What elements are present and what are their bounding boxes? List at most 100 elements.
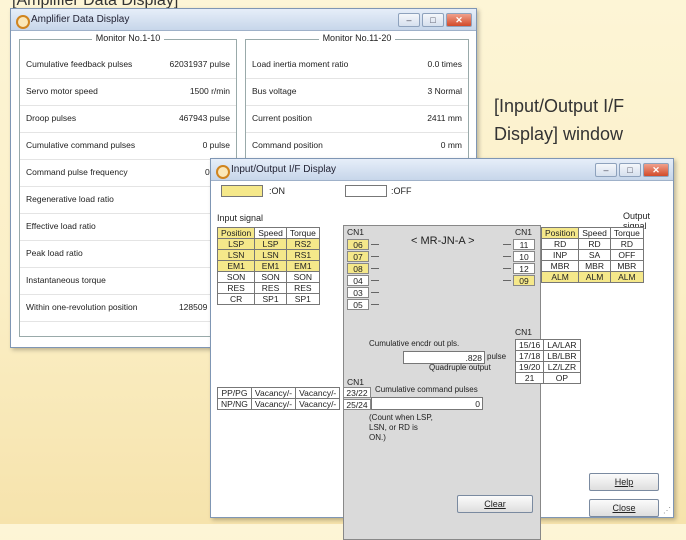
monitor-row: Within one-revolution position 128509 pul… (20, 297, 236, 322)
input-header-torque: Torque (285, 227, 320, 239)
monitor-row-value: 62031937 pulse (169, 59, 230, 69)
monitor-row: Regenerative load ratio0 % (20, 189, 236, 214)
monitor-row: Instantaneous torque-3 % (20, 270, 236, 295)
encoder-output-unit: pulse (487, 352, 507, 361)
pulse-input-cell: NP/NG (217, 398, 252, 410)
io-window-title: Input/Output I/F Display (231, 164, 337, 175)
input-signal-cell: RS2 (285, 238, 320, 250)
input-signal-row: CR SP1 SP1 (216, 293, 320, 305)
cn1-encoder-label: CN1 (515, 327, 533, 337)
input-signal-cell: SON (216, 271, 256, 283)
input-signal-title: Input signal (217, 213, 264, 223)
output-signal-row: MBR MBR MBR (540, 260, 644, 272)
input-signal-cell: RES (254, 282, 287, 294)
maximize-button[interactable]: □ (422, 12, 444, 27)
input-pin: 08 (347, 263, 369, 274)
legend-on-label: :ON (269, 186, 286, 196)
monitor-row: Current position 2411 mm (246, 108, 468, 133)
monitor-row-label: Instantaneous torque (26, 275, 106, 285)
monitor-left-title: Monitor No.1-10 (91, 33, 165, 43)
monitor-row: Peak load ratio7 % (20, 243, 236, 268)
input-signal-row: EM1 EM1 EM1 (216, 260, 320, 272)
output-header-position: Position (540, 227, 580, 239)
monitor-row: Cumulative command pulses 0 pulse (20, 135, 236, 160)
output-signal-cell: MBR (609, 260, 644, 272)
monitor-row-label: Servo motor speed (26, 86, 98, 96)
clear-button[interactable]: Clear (457, 495, 533, 513)
maximize-button[interactable]: □ (619, 162, 641, 177)
output-signal-cell: RD (540, 238, 580, 250)
input-signal-row: LSN LSN RS1 (216, 249, 320, 261)
monitor-row-label: Cumulative command pulses (26, 140, 136, 150)
resize-grip-icon[interactable]: ⋰ (663, 506, 671, 515)
output-signal-cell: RD (578, 238, 611, 250)
encoder-pin-table: 15/16 LA/LAR 17/18 LB/LBR 19/20 LZ/LZR 21 OP (514, 339, 581, 384)
input-signal-cell: SON (285, 271, 320, 283)
close-window-button[interactable]: ✕ (446, 12, 472, 27)
legend-off-swatch (345, 185, 387, 197)
monitor-row-label: Regenerative load ratio (26, 194, 114, 204)
encoder-row: 21 OP (514, 372, 581, 384)
monitor-row-label: Cumulative feedback pulses (26, 59, 133, 69)
monitor-row: Effective load ratio2 % (20, 216, 236, 241)
callout-line-2: Display] window (494, 124, 624, 144)
monitor-row-value: 3 Normal (427, 86, 462, 96)
pulse-input-table: PP/PG Vacancy/- Vacancy/- NP/NG Vacancy/- Vac… (217, 387, 341, 410)
monitor-row-label: Current position (252, 113, 313, 123)
input-signal-cell: CR (216, 293, 256, 305)
encoder-signal: OP (543, 372, 581, 384)
close-button[interactable]: Close (589, 499, 659, 517)
output-signal-row: INP SA OFF (540, 249, 644, 261)
output-signal-table: Position Speed Torque RD RD RD INP SA OFF MBR M… (540, 227, 644, 283)
amplifier-titlebar: Amplifier Data Display – □ ✕ (11, 9, 476, 31)
pulse-input-row: NP/NG Vacancy/- Vacancy/- (217, 398, 341, 410)
encoder-row: 19/20 LZ/LZR (514, 361, 581, 373)
monitor-row-label: Bus voltage (252, 86, 297, 96)
encoder-signal: LA/LAR (543, 339, 581, 351)
monitor-row-label: Within one-revolution position (26, 302, 138, 312)
monitor-row-value: 0.0 times (427, 59, 463, 69)
pulse-input-cell: Vacancy/- (295, 387, 341, 399)
output-pin: 09 (513, 275, 535, 286)
app-icon (15, 14, 30, 29)
output-pin: 11 (513, 239, 535, 250)
input-header-position: Position (216, 227, 256, 239)
close-window-button[interactable]: ✕ (643, 162, 669, 177)
count-note-line-3: ON.) (369, 433, 386, 442)
monitor-left-group: Monitor No.1-10 Cumulative feedback puls… (19, 33, 237, 337)
input-signal-cell: RES (285, 282, 320, 294)
encoder-row: 17/18 LB/LBR (514, 350, 581, 362)
input-header-speed: Speed (254, 227, 287, 239)
monitor-row: Command position 0 mm (246, 135, 468, 160)
monitor-row: Cumulative feedback pulses 62031937 pulse (20, 54, 236, 79)
output-signal-row: RD RD RD (540, 238, 644, 250)
monitor-row-label: Droop pulses (26, 113, 77, 123)
output-signal-cell: ALM (609, 271, 644, 283)
pin-connector-line (371, 268, 379, 269)
minimize-button[interactable]: – (398, 12, 420, 27)
minimize-button[interactable]: – (595, 162, 617, 177)
help-button[interactable]: Help (589, 473, 659, 491)
input-signal-cell: EM1 (254, 260, 287, 272)
encoder-signal: LB/LBR (543, 350, 581, 362)
input-signal-row: RES RES RES (216, 282, 320, 294)
input-signal-row: LSP LSP RS2 (216, 238, 320, 250)
pulse-input-cell: Vacancy/- (250, 387, 297, 399)
input-signal-cell: LSP (216, 238, 256, 250)
pin-connector-line (371, 256, 379, 257)
count-note-line-2: LSN, or RD is (369, 423, 418, 432)
monitor-row: Command pulse frequency0 kpps (20, 162, 236, 187)
cmd-pulses-label: Cumulative command pulses (375, 385, 478, 394)
monitor-row: Load inertia moment ratio 0.0 times (246, 54, 468, 79)
input-signal-table: Position Speed Torque LSP LSP RS2 LSN LSN RS1… (216, 227, 320, 305)
input-signal-cell: SON (254, 271, 287, 283)
pin-connector-line (503, 280, 511, 281)
monitor-row: Bus voltage 3 Normal (246, 81, 468, 106)
encoder-output-label: Cumulative encdr out pls. (369, 339, 460, 348)
encoder-signal: LZ/LZR (543, 361, 581, 373)
quadruple-output-label: Quadruple output (429, 363, 491, 372)
cmd-pulses-value: 0 (371, 397, 483, 410)
output-pin: 12 (513, 263, 535, 274)
output-signal-cell: SA (578, 249, 611, 261)
monitor-row-value: 467943 pulse (178, 113, 230, 123)
